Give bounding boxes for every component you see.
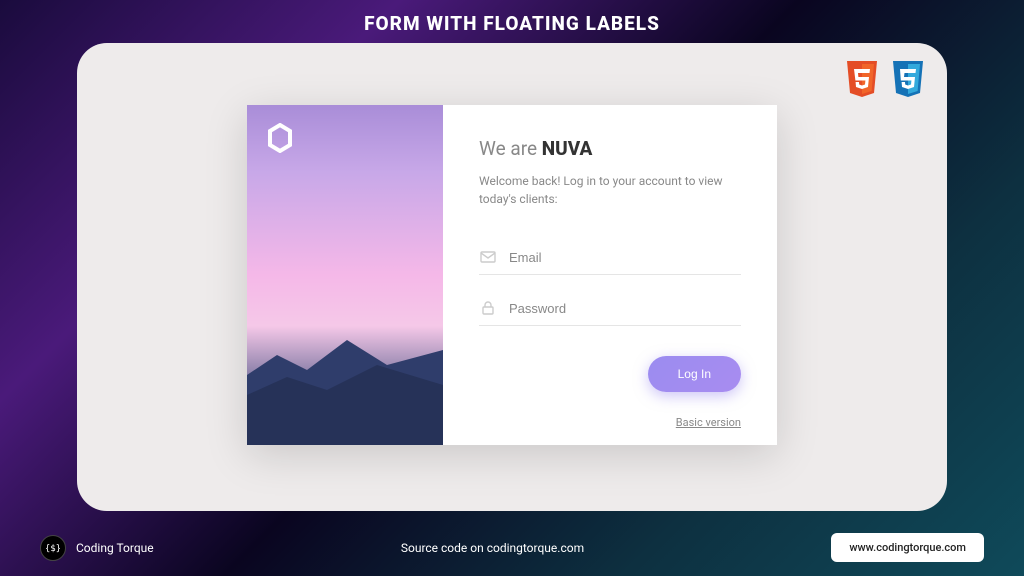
footer-logo-icon: {$} [40,535,66,561]
demo-canvas: We are NUVA Welcome back! Log in to your… [77,43,947,511]
login-button[interactable]: Log In [648,356,741,392]
form-subtext: Welcome back! Log in to your account to … [479,172,741,208]
password-input[interactable] [509,301,741,316]
basic-version-link[interactable]: Basic version [676,416,741,429]
form-heading: We are NUVA [479,137,741,160]
svg-text:{$}: {$} [46,544,60,554]
heading-brand: NUVA [542,137,593,160]
footer-source-text: Source code on codingtorque.com [401,541,584,555]
lock-icon [479,299,497,317]
password-field-wrapper[interactable] [479,291,741,326]
email-input[interactable] [509,250,741,265]
brand-logo-icon [265,123,295,153]
card-form-panel: We are NUVA Welcome back! Log in to your… [443,105,777,445]
email-field-wrapper[interactable] [479,240,741,275]
card-image-panel [247,105,443,445]
email-icon [479,248,497,266]
footer-brand-name: Coding Torque [76,541,154,555]
html5-icon [844,59,880,99]
login-card: We are NUVA Welcome back! Log in to your… [247,105,777,445]
tech-badges [843,59,927,103]
footer-url-button[interactable]: www.codingtorque.com [831,533,984,562]
html5-badge [843,59,881,103]
css3-icon [890,59,926,99]
mountain-illustration [247,335,443,445]
page-title: FORM WITH FLOATING LABELS [0,0,1024,43]
css3-badge [889,59,927,103]
footer-brand: {$} Coding Torque [40,535,154,561]
heading-prefix: We are [479,137,542,160]
footer: {$} Coding Torque Source code on codingt… [0,533,1024,562]
